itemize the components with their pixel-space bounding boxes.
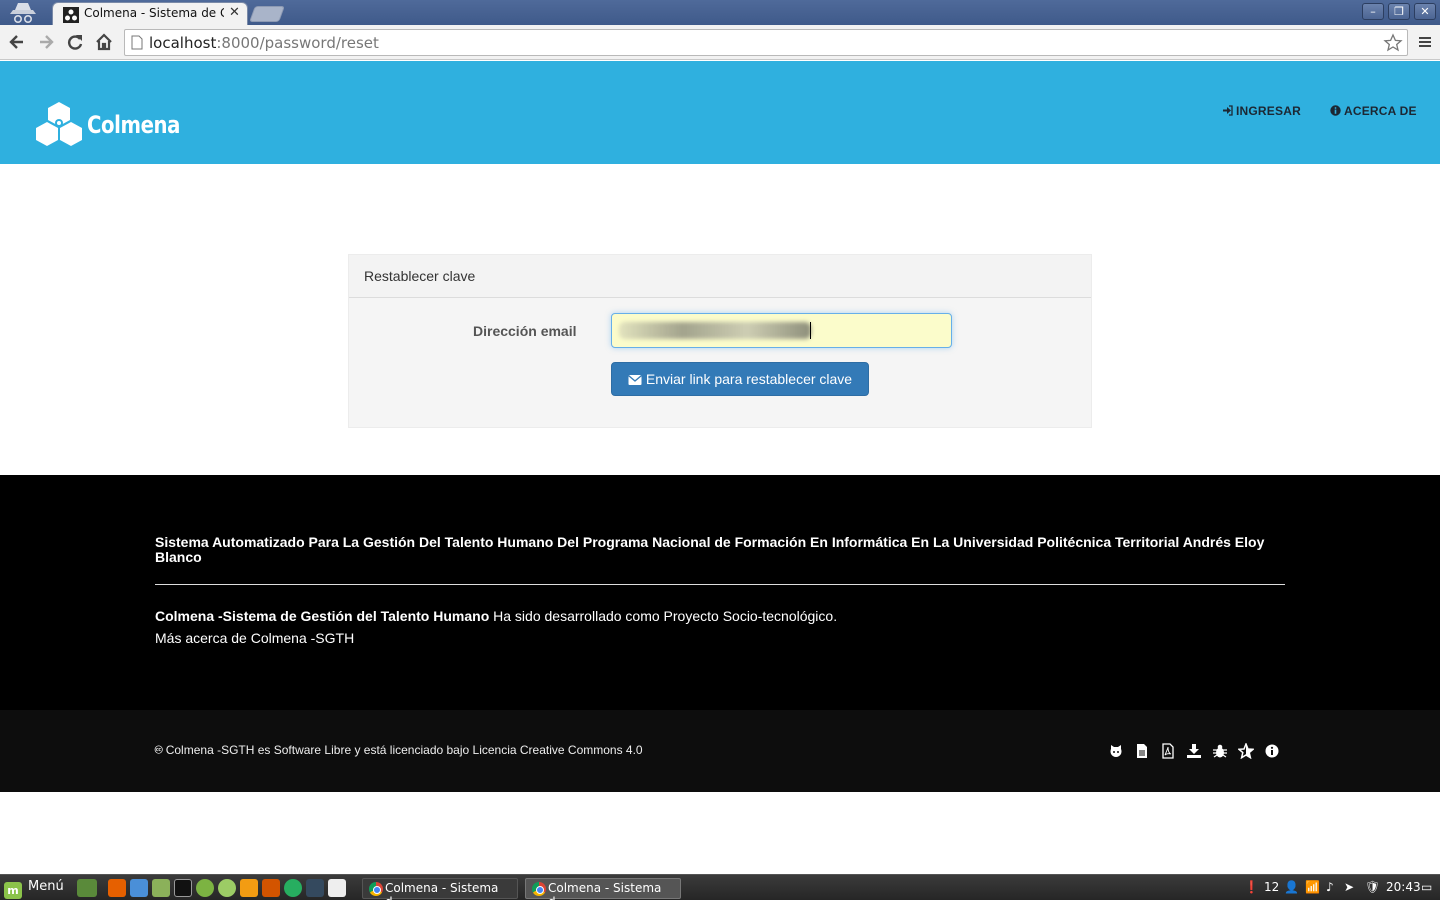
start-menu-button[interactable]: m Menú [4, 879, 64, 899]
taskbar-window-1[interactable]: Colmena - Sistema d... [362, 878, 518, 909]
star-icon[interactable] [1238, 743, 1254, 759]
mint-logo-icon: m [4, 882, 22, 899]
shield-icon[interactable]: 🛡 [1365, 880, 1380, 894]
message-icon[interactable]: ▭ [1421, 880, 1432, 894]
address-bar[interactable]: localhost:8000/password/reset [124, 29, 1408, 56]
chrome-icon [532, 882, 546, 896]
home-icon[interactable] [94, 32, 114, 52]
system-monitor-icon[interactable] [306, 879, 324, 897]
settings-icon[interactable] [240, 879, 258, 897]
show-desktop-icon[interactable] [77, 879, 97, 897]
github-icon[interactable] [1108, 743, 1124, 759]
tab-title: Colmena - Sistema de Ge [84, 6, 224, 20]
reload-icon[interactable] [65, 32, 85, 52]
app-icon-green[interactable] [196, 879, 214, 897]
bug-icon[interactable] [1212, 743, 1228, 759]
envelope-icon [627, 375, 642, 385]
sign-in-icon [1223, 105, 1233, 116]
files-icon[interactable] [152, 879, 170, 897]
file-icon[interactable] [1134, 743, 1150, 759]
taskbar-window-2[interactable]: Colmena - Sistema d... [525, 878, 681, 909]
info-icon[interactable] [1264, 743, 1280, 759]
notification-count: 12 [1264, 880, 1280, 894]
tab-close-icon[interactable]: ✕ [229, 5, 240, 20]
info-icon [1330, 105, 1341, 116]
pdf-icon[interactable] [1160, 743, 1176, 759]
back-icon[interactable] [7, 32, 27, 52]
page-icon [131, 35, 143, 50]
forward-icon[interactable] [36, 32, 56, 52]
app-icon-globe[interactable] [284, 879, 302, 897]
panel-title: Restablecer clave [349, 255, 1091, 298]
site-header: Colmena INGRESAR ACERCA DE [0, 61, 1440, 164]
url-text: localhost:8000/password/reset [149, 34, 379, 52]
incognito-icon [10, 3, 36, 24]
reset-panel: Restablecer clave Dirección email Enviar… [348, 254, 1092, 428]
text-caret [810, 322, 811, 339]
email-label: Dirección email [473, 323, 577, 339]
brand-name: Colmena [87, 111, 180, 139]
minimize-button[interactable]: – [1362, 3, 1384, 20]
desktop-taskbar: m Menú Colmena - Sistema d... Colmena - S… [0, 874, 1440, 909]
new-tab-button[interactable] [249, 6, 285, 22]
volume-icon[interactable]: ♪ [1326, 880, 1334, 894]
footer-bottom: 🅭 Colmena -SGTH es Software Libre y está… [0, 710, 1440, 792]
footer-heading: Sistema Automatizado Para La Gestión Del… [155, 534, 1265, 565]
footer-main: Sistema Automatizado Para La Gestión Del… [0, 475, 1440, 710]
download-icon[interactable] [1186, 743, 1202, 759]
restore-button[interactable]: ❐ [1388, 3, 1410, 20]
colmena-app-icon[interactable] [328, 879, 346, 897]
wifi-icon[interactable]: 📶 [1305, 880, 1320, 894]
alert-icon[interactable]: ❗ [1244, 880, 1259, 894]
colmena-favicon-icon [63, 7, 79, 23]
clock: 20:43 [1386, 880, 1421, 894]
honeycomb-icon [36, 102, 82, 146]
browser-toolbar: localhost:8000/password/reset [0, 25, 1440, 60]
browser-titlebar: Colmena - Sistema de Ge ✕ – ❐ ✕ [0, 0, 1440, 25]
bookmark-star-icon[interactable] [1383, 33, 1403, 53]
email-field[interactable] [611, 313, 952, 348]
colmena-logo[interactable]: Colmena [34, 101, 184, 147]
sublime-icon[interactable] [262, 879, 280, 897]
close-window-button[interactable]: ✕ [1414, 3, 1436, 20]
browser-menu-icon[interactable] [1417, 34, 1433, 50]
terminal-icon[interactable] [174, 879, 192, 897]
firefox-icon[interactable] [108, 879, 126, 897]
nav-ingresar[interactable]: INGRESAR [1222, 104, 1301, 118]
browser-tab-active[interactable]: Colmena - Sistema de Ge ✕ [52, 2, 248, 25]
footer-more-link[interactable]: Más acerca de Colmena -SGTH [155, 630, 354, 646]
nav-acerca-de[interactable]: ACERCA DE [1330, 104, 1417, 118]
chrome-icon [369, 882, 383, 896]
footer-divider [155, 584, 1285, 585]
footer-about: Colmena -Sistema de Gestión del Talento … [155, 608, 838, 624]
license-text: 🅭 Colmena -SGTH es Software Libre y está… [155, 743, 643, 757]
chromium-icon[interactable] [130, 879, 148, 897]
send-reset-link-button[interactable]: Enviar link para restablecer clave [611, 362, 869, 396]
android-icon[interactable] [218, 879, 236, 897]
user-icon[interactable]: 👤 [1284, 880, 1299, 894]
telegram-icon[interactable]: ➤ [1344, 880, 1354, 894]
